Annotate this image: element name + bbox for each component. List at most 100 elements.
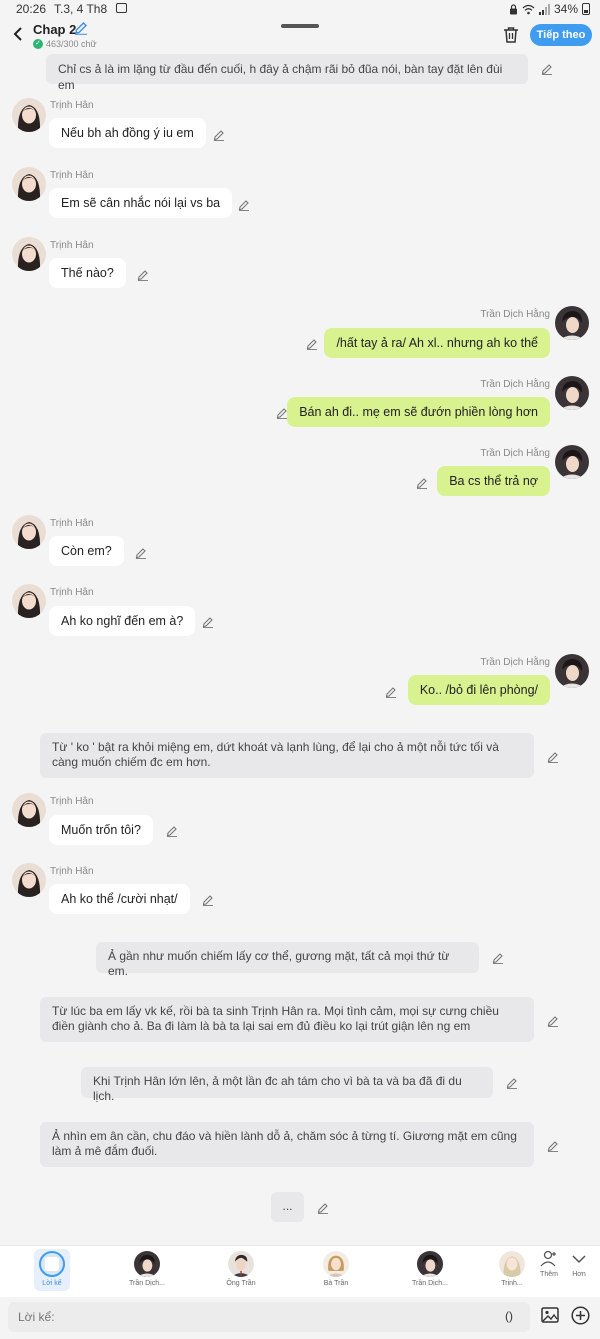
pencil-icon[interactable] xyxy=(547,750,559,763)
sender-name: Trịnh Hân xyxy=(50,866,94,877)
character-trinh[interactable]: Trịnh... xyxy=(499,1251,525,1287)
character-ong-tran[interactable]: Ông Trần xyxy=(211,1251,271,1287)
message-bubble[interactable]: Em sẽ cân nhắc nói lại vs ba xyxy=(49,188,233,218)
sender-name: Trịnh Hân xyxy=(50,240,94,251)
avatar xyxy=(12,237,46,271)
avatar xyxy=(555,306,589,340)
sender-name: Trịnh Hân xyxy=(50,587,94,598)
narration-bubble[interactable]: Từ ' ko ' bật ra khỏi miệng em, dứt khoá… xyxy=(40,733,534,778)
avatar xyxy=(12,515,46,549)
character-tran-dich-2[interactable]: Trần Dịch... xyxy=(400,1251,460,1287)
character-label: Ông Trần xyxy=(226,1280,256,1287)
character-label: Trần Dịch... xyxy=(412,1280,448,1287)
pencil-icon[interactable] xyxy=(317,1201,329,1214)
pencil-icon[interactable] xyxy=(213,128,225,141)
narration-bubble[interactable]: Ả nhìn em ân cần, chu đáo và hiền lành d… xyxy=(40,1122,534,1167)
sender-name: Trịnh Hân xyxy=(50,796,94,807)
avatar xyxy=(555,654,589,688)
more-characters-button[interactable]: Thêm xyxy=(534,1249,564,1278)
sender-name: Trần Dịch Hằng xyxy=(480,657,550,668)
character-label: Trịnh... xyxy=(501,1280,523,1287)
narration-text: ... xyxy=(282,1199,293,1213)
add-person-icon xyxy=(540,1250,556,1267)
status-time: 20:26 xyxy=(16,2,47,16)
pencil-icon[interactable] xyxy=(416,476,428,489)
pencil-icon[interactable] xyxy=(276,406,288,419)
narration-bubble[interactable]: Khi Trịnh Hân lớn lên, ả một lần đc ah t… xyxy=(81,1067,493,1103)
narration-text: Khi Trịnh Hân lớn lên, ả một lần đc ah t… xyxy=(93,1074,462,1103)
narration-bubble[interactable]: ... xyxy=(271,1192,304,1222)
status-icons: 34% xyxy=(509,2,590,16)
pencil-icon[interactable] xyxy=(202,893,214,906)
status-bar: 20:26 T.3, 4 Th8 34% xyxy=(0,0,600,18)
edit-title-icon[interactable] xyxy=(74,21,88,35)
pencil-icon[interactable] xyxy=(166,824,178,837)
back-arrow-icon[interactable] xyxy=(8,24,28,44)
signal-icon xyxy=(538,3,550,15)
sender-name: Trần Dịch Hằng xyxy=(480,309,550,320)
pencil-icon[interactable] xyxy=(135,546,147,559)
narration-bubble[interactable]: Chỉ cs ả là im lặng từ đầu đến cuối, h đ… xyxy=(46,54,528,92)
word-count-text: 463/300 chữ xyxy=(46,39,97,49)
narration-input[interactable] xyxy=(8,1302,530,1332)
trash-icon[interactable] xyxy=(503,26,519,43)
character-label: Bà Trần xyxy=(323,1280,349,1287)
add-icon[interactable] xyxy=(571,1306,590,1325)
character-narrator[interactable]: Lời kể xyxy=(22,1251,82,1287)
character-label: Trần Dịch... xyxy=(129,1280,165,1287)
avatar xyxy=(12,863,46,897)
chapter-title: Chap 2 xyxy=(33,22,77,37)
message-bubble[interactable]: Bán ah đi.. mẹ em sẽ đướn phiền lòng hơn xyxy=(287,397,550,427)
narration-bubble[interactable]: Từ lúc ba em lấy vk kế, rồi bà ta sinh T… xyxy=(40,997,534,1042)
pencil-icon[interactable] xyxy=(238,198,250,211)
narration-text: Ả nhìn em ân cần, chu đáo và hiền lành d… xyxy=(52,1129,517,1158)
collapse-button[interactable]: Hơn xyxy=(564,1249,594,1278)
pencil-icon[interactable] xyxy=(547,1139,559,1152)
lock-icon xyxy=(509,3,517,14)
narration-text: Chỉ cs ả là im lặng từ đầu đến cuối, h đ… xyxy=(58,62,503,92)
message-bubble[interactable]: Còn em? xyxy=(49,536,124,566)
wifi-icon xyxy=(522,4,535,14)
avatar xyxy=(12,167,46,201)
message-bubble[interactable]: Ba cs thể trả nợ xyxy=(437,466,550,496)
pencil-icon[interactable] xyxy=(306,337,318,350)
avatar xyxy=(12,98,46,132)
less-label: Hơn xyxy=(572,1271,586,1278)
pencil-icon[interactable] xyxy=(137,268,149,281)
message-bubble[interactable]: Ko.. /bỏ đi lên phòng/ xyxy=(407,675,550,705)
sender-name: Trịnh Hân xyxy=(50,170,94,181)
avatar xyxy=(134,1251,160,1277)
avatar xyxy=(417,1251,443,1277)
character-label: Lời kể xyxy=(42,1280,62,1287)
pencil-icon[interactable] xyxy=(385,685,397,698)
more-label: Thêm xyxy=(540,1271,558,1278)
battery-icon xyxy=(582,3,590,15)
next-button[interactable]: Tiếp theo xyxy=(530,24,592,46)
character-tran-dich-1[interactable]: Trần Dịch... xyxy=(117,1251,177,1287)
avatar xyxy=(12,584,46,618)
message-bubble[interactable]: Ah ko nghĩ đến em à? xyxy=(49,606,196,636)
chat-area[interactable]: Chỉ cs ả là im lặng từ đầu đến cuối, h đ… xyxy=(0,52,600,1245)
message-bubble[interactable]: /hất tay ả ra/ Ah xl.. nhưng ah ko thể xyxy=(324,328,550,358)
pencil-icon[interactable] xyxy=(541,62,553,75)
avatar xyxy=(323,1251,349,1277)
pencil-icon[interactable] xyxy=(492,951,504,964)
pencil-icon[interactable] xyxy=(202,615,214,628)
avatar xyxy=(12,793,46,827)
message-bubble[interactable]: Nếu bh ah đồng ý iu em xyxy=(49,118,206,148)
avatar xyxy=(555,445,589,479)
narrator-icon xyxy=(39,1251,65,1277)
message-bubble[interactable]: Muốn trốn tôi? xyxy=(49,815,153,845)
avatar xyxy=(228,1251,254,1277)
message-bubble[interactable]: Thế nào? xyxy=(49,258,126,288)
narration-bubble[interactable]: Ả gần như muốn chiếm lấy cơ thể, gương m… xyxy=(96,942,479,978)
sender-name: Trịnh Hân xyxy=(50,100,94,111)
message-bubble[interactable]: Ah ko thể /cười nhạt/ xyxy=(49,884,190,914)
parentheses-button[interactable]: () xyxy=(505,1309,513,1323)
pencil-icon[interactable] xyxy=(547,1014,559,1027)
character-ba-tran[interactable]: Bà Trần xyxy=(306,1251,366,1287)
chevron-down-icon xyxy=(572,1255,586,1264)
image-icon[interactable] xyxy=(541,1307,559,1323)
pencil-icon[interactable] xyxy=(506,1076,518,1089)
input-row: () xyxy=(0,1297,600,1339)
